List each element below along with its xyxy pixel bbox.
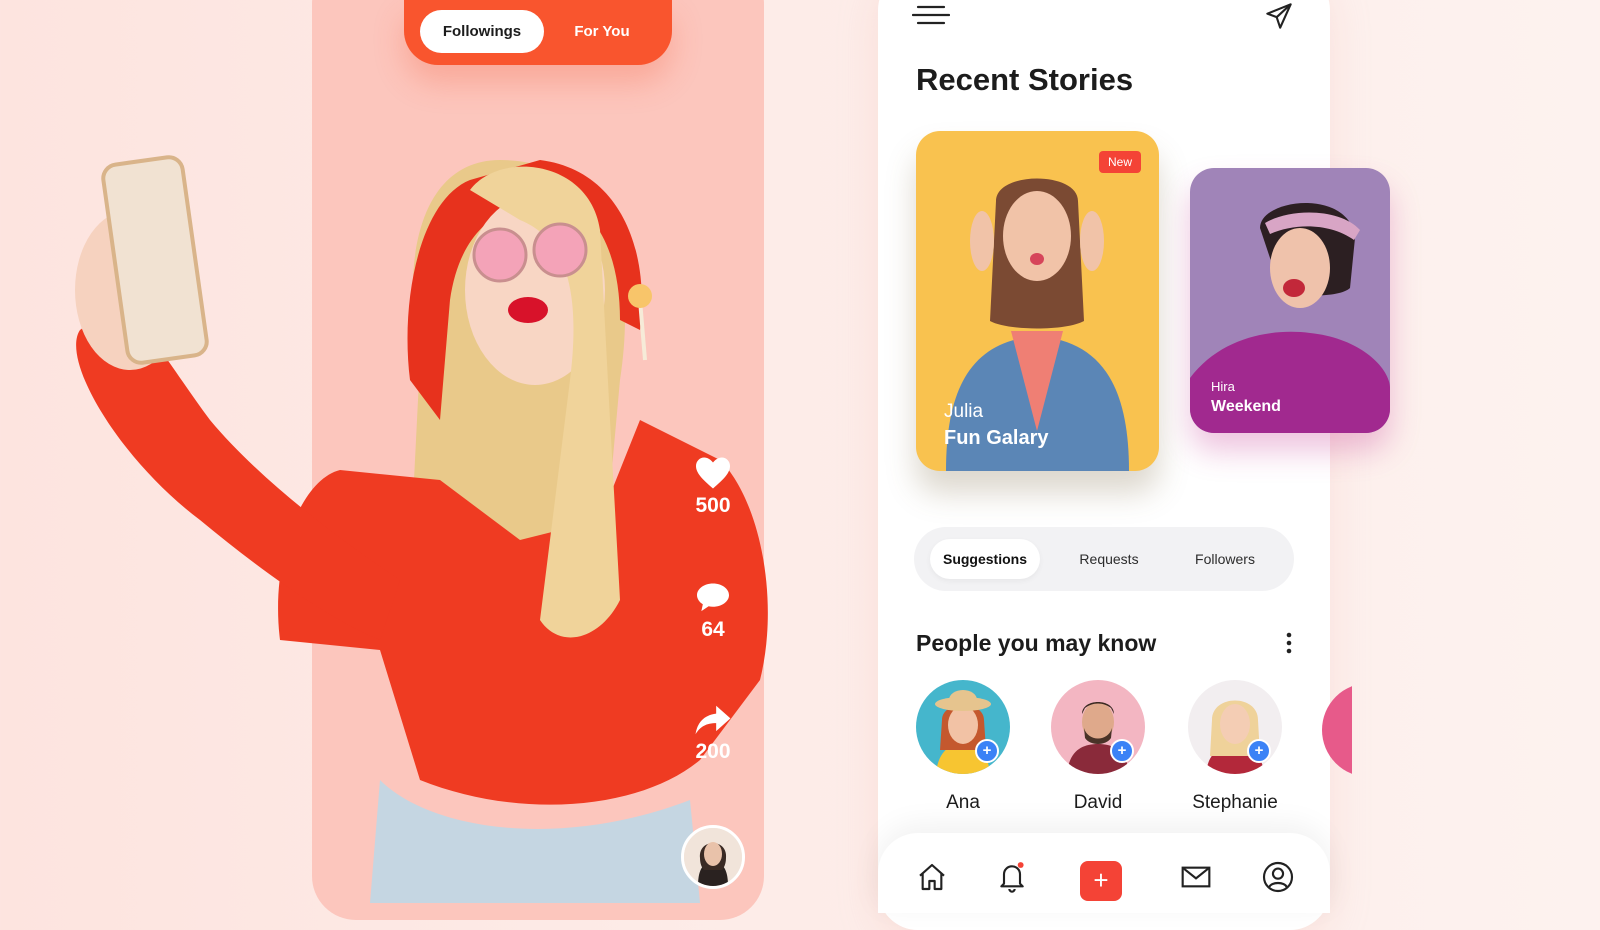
comment-count: 64	[701, 618, 725, 641]
bottom-navigation: +	[878, 833, 1330, 913]
menu-icon[interactable]	[912, 4, 950, 26]
creator-avatar-image	[684, 828, 742, 886]
story-title-hira: Weekend	[1211, 398, 1281, 415]
person-card-david[interactable]: + David	[1043, 680, 1153, 814]
person-name-stephanie: Stephanie	[1192, 792, 1278, 813]
david-avatar-image	[1051, 680, 1145, 774]
tab-requests[interactable]: Requests	[1054, 539, 1164, 579]
story-user-julia: Julia	[944, 401, 984, 422]
mail-icon[interactable]	[1180, 861, 1212, 893]
person-card-stephanie[interactable]: + Stephanie	[1180, 680, 1290, 814]
share-stat[interactable]: 200	[682, 704, 744, 764]
avatar	[916, 680, 1010, 774]
tab-followings[interactable]: Followings	[420, 10, 544, 53]
more-icon[interactable]	[1285, 632, 1293, 654]
tab-followers[interactable]: Followers	[1170, 539, 1280, 579]
person-card-ana[interactable]: + Ana	[908, 680, 1018, 814]
avatar	[1051, 680, 1145, 774]
comment-stat[interactable]: 64	[682, 582, 744, 642]
person-name-ana: Ana	[946, 792, 980, 813]
ana-avatar-image	[916, 680, 1010, 774]
send-icon[interactable]	[1265, 2, 1293, 30]
heart-icon	[696, 457, 730, 489]
bell-icon[interactable]	[996, 861, 1028, 893]
story-title-julia: Fun Galary	[944, 427, 1049, 449]
create-post-button[interactable]: +	[1080, 861, 1122, 901]
avatar	[1188, 680, 1282, 774]
story-user-hira: Hira	[1211, 379, 1235, 394]
tab-for-you[interactable]: For You	[552, 10, 652, 53]
creator-avatar[interactable]	[681, 825, 745, 889]
next-person-avatar-image	[1322, 686, 1352, 774]
story-card-hira[interactable]: Hira Weekend	[1190, 168, 1390, 433]
story-new-badge: New	[1098, 151, 1141, 173]
home-icon[interactable]	[916, 861, 948, 893]
feed-video-person-image	[75, 155, 768, 903]
story-card-julia[interactable]: New Julia Fun Galary	[916, 131, 1159, 471]
add-ana-button[interactable]: +	[975, 739, 999, 763]
add-stephanie-button[interactable]: +	[1247, 739, 1271, 763]
like-count: 500	[695, 494, 731, 517]
recent-stories-title: Recent Stories	[916, 62, 1134, 97]
add-david-button[interactable]: +	[1110, 739, 1134, 763]
tab-suggestions[interactable]: Suggestions	[930, 539, 1040, 579]
profile-icon[interactable]	[1262, 861, 1294, 893]
like-stat[interactable]: 500	[682, 456, 744, 518]
feed-tab-switcher: Followings For You	[404, 0, 672, 65]
next-person-avatar-peek[interactable]	[1322, 683, 1352, 777]
share-count: 200	[695, 740, 731, 763]
person-name-david: David	[1073, 792, 1123, 813]
share-icon	[695, 705, 731, 735]
plus-icon: +	[1093, 865, 1109, 895]
stephanie-avatar-image	[1188, 680, 1282, 774]
comment-icon	[697, 583, 729, 612]
people-you-may-know-title: People you may know	[916, 630, 1157, 656]
connections-segmented-control: Suggestions Requests Followers	[914, 527, 1294, 591]
